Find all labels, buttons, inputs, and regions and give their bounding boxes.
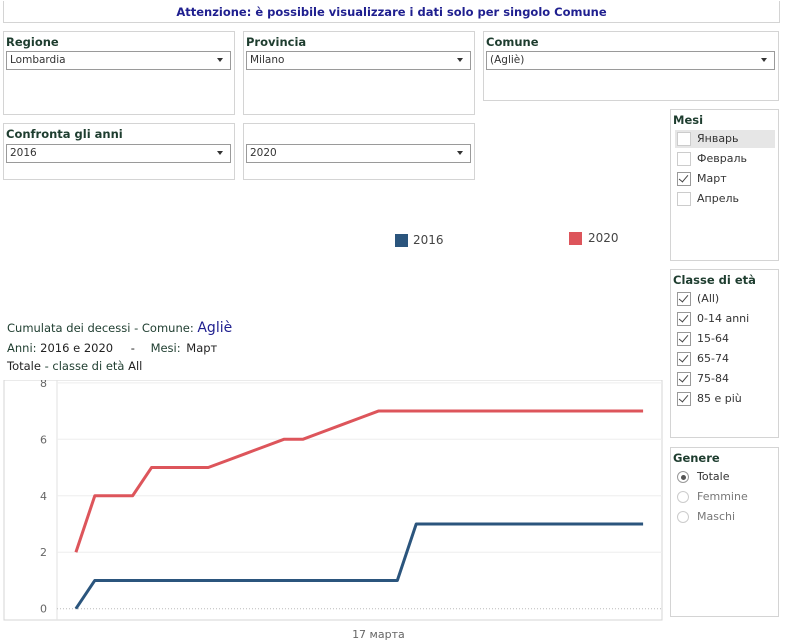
provincia-filter: Provincia Milano <box>243 31 475 115</box>
mesi-item-1[interactable]: Январь <box>675 130 775 148</box>
line-chart: 0 2 4 6 8 17 марта <box>3 380 663 641</box>
classe-item-label: 85 e più <box>697 392 742 405</box>
genere-item-label: Totale <box>697 470 730 483</box>
series-line-2016[interactable] <box>74 522 644 610</box>
chevron-down-icon[interactable] <box>217 151 223 155</box>
classe-item-label: 15-64 <box>697 332 729 345</box>
regione-label: Regione <box>6 35 59 49</box>
checkbox-checked-icon[interactable] <box>677 312 691 326</box>
header-comune: Agliè <box>197 320 233 336</box>
anno2-value: 2020 <box>250 147 277 159</box>
chevron-down-icon[interactable] <box>457 151 463 155</box>
y-tick-label: 8 <box>40 380 47 390</box>
header-sep: - <box>130 341 135 355</box>
y-tick-label: 4 <box>40 490 47 503</box>
anno2-select[interactable]: 2020 <box>246 144 471 163</box>
comune-filter: Comune (Agliè) <box>483 31 779 101</box>
chart-header-line2: Anni: 2016 e 2020 - Mesi: Март <box>7 341 217 355</box>
comune-select[interactable]: (Agliè) <box>486 51 775 70</box>
checkbox-icon[interactable] <box>677 132 691 146</box>
classe-title: Classe di età <box>673 273 756 287</box>
header-mesi-label: Mesi: <box>150 341 181 355</box>
comune-label: Comune <box>486 35 539 49</box>
y-tick-label: 6 <box>40 433 47 446</box>
regione-select[interactable]: Lombardia <box>6 51 231 70</box>
genere-item-label: Femmine <box>697 490 748 503</box>
mesi-item-label: Январь <box>697 132 739 145</box>
anno2-filter: 2020 <box>243 123 475 180</box>
legend-label-2020: 2020 <box>588 231 619 245</box>
y-tick-label: 0 <box>40 603 47 616</box>
regione-filter: Regione Lombardia <box>3 31 235 115</box>
header-totale: Totale <box>7 359 41 373</box>
checkbox-checked-icon[interactable] <box>677 372 691 386</box>
genere-filter: Genere Totale Femmine Maschi <box>670 447 779 617</box>
checkbox-checked-icon[interactable] <box>677 332 691 346</box>
anno1-value: 2016 <box>10 147 37 159</box>
mesi-title: Mesi <box>673 113 704 127</box>
legend-label-2016: 2016 <box>413 233 444 247</box>
radio-selected-icon[interactable] <box>677 471 689 483</box>
classe-item-label: 0-14 anni <box>697 312 750 325</box>
header-mesi-value: Март <box>186 341 218 355</box>
chart-frame <box>3 380 663 621</box>
anni-label: Confronta gli anni <box>6 127 123 141</box>
header-anni-value: 2016 e 2020 <box>40 341 114 355</box>
checkbox-checked-icon[interactable] <box>677 392 691 406</box>
header-prefix: Cumulata dei decessi - Comune: <box>7 321 198 335</box>
anno1-select[interactable]: 2016 <box>6 144 231 163</box>
chart-header-line1: Cumulata dei decessi - Comune: Agliè <box>7 320 232 336</box>
mesi-item-label: Февраль <box>697 152 747 165</box>
genere-title: Genere <box>673 451 720 465</box>
y-tick-label: 2 <box>40 546 47 559</box>
checkbox-checked-icon[interactable] <box>677 352 691 366</box>
regione-value: Lombardia <box>10 54 66 66</box>
banner-notice: Attenzione: è possibile visualizzare i d… <box>3 1 780 23</box>
classe-item-label: 65-74 <box>697 352 729 365</box>
chevron-down-icon[interactable] <box>761 58 767 62</box>
checkbox-icon[interactable] <box>677 192 691 206</box>
chevron-down-icon[interactable] <box>457 58 463 62</box>
legend-swatch-2020[interactable] <box>569 232 582 245</box>
radio-icon[interactable] <box>677 491 689 503</box>
checkbox-icon[interactable] <box>677 152 691 166</box>
mesi-item-label: Март <box>697 172 727 185</box>
classe-filter: Classe di età (All) 0-14 anni 15-64 65-7… <box>670 269 779 438</box>
classe-item-label: 75-84 <box>697 372 729 385</box>
x-tick-label: 17 марта <box>352 628 405 641</box>
checkbox-checked-icon[interactable] <box>677 172 691 186</box>
provincia-value: Milano <box>250 54 285 66</box>
mesi-item-label: Апрель <box>697 192 739 205</box>
header-anni-label: Anni: <box>7 341 37 355</box>
header-all: All <box>128 359 143 373</box>
genere-item-label: Maschi <box>697 510 736 523</box>
comune-value: (Agliè) <box>490 54 525 66</box>
provincia-label: Provincia <box>246 35 307 49</box>
provincia-select[interactable]: Milano <box>246 51 471 70</box>
header-classe: - classe di età <box>40 359 129 373</box>
legend-swatch-2016[interactable] <box>395 234 408 247</box>
chart-header-line3: Totale - classe di età All <box>7 359 142 373</box>
anni-filter: Confronta gli anni 2016 <box>3 123 235 180</box>
chevron-down-icon[interactable] <box>217 58 223 62</box>
radio-icon[interactable] <box>677 511 689 523</box>
series-line-2020[interactable] <box>74 409 644 553</box>
mesi-filter: Mesi Январь Февраль Март Апрель <box>670 109 779 261</box>
checkbox-checked-icon[interactable] <box>677 292 691 306</box>
classe-item-label: (All) <box>697 292 720 305</box>
